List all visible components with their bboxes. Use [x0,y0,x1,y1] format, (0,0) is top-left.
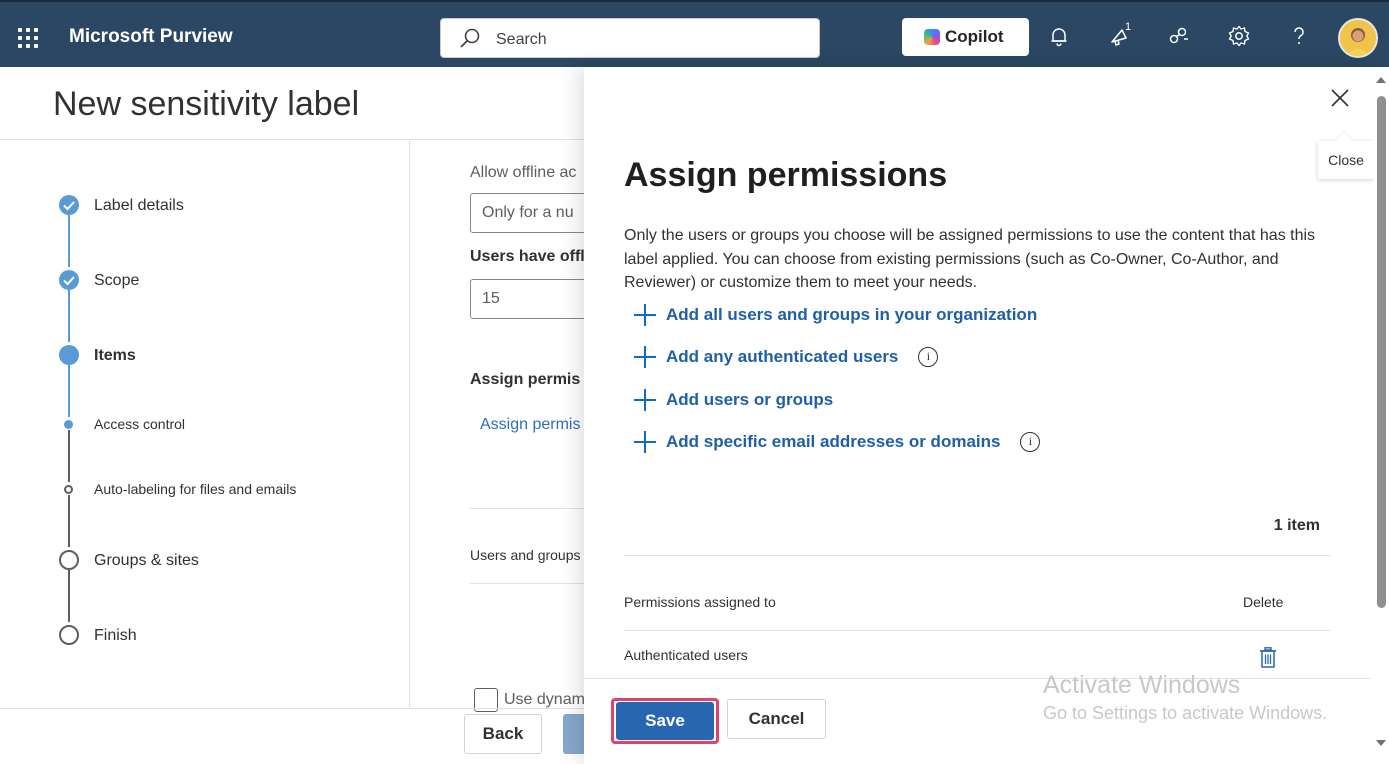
plus-icon [634,304,656,326]
step-label-details: Label details [94,197,184,214]
add-users-groups-label: Add users or groups [666,390,834,409]
divider [470,583,590,584]
app-title[interactable]: Microsoft Purview [69,26,233,48]
assign-permissions-link[interactable]: Assign permis [480,416,580,434]
step-connector [68,215,70,267]
step-connector [68,290,70,342]
plus-icon [634,431,656,453]
trash-icon[interactable] [1259,647,1277,668]
step-connector [68,365,70,417]
divider [624,630,1330,631]
cancel-button[interactable]: Cancel [727,699,826,739]
divider [624,555,1330,556]
notification-badge: 1 [1125,21,1132,33]
step-connector [68,430,70,482]
copilot-label: Copilot [945,27,1004,46]
add-email-domains-label: Add specific email addresses or domains [666,432,1001,451]
copilot-icon [924,29,940,45]
add-authenticated-users-label: Add any authenticated users [666,347,899,366]
offline-access-label: Allow offline ac [470,164,577,181]
divider [0,708,600,709]
table-row: Authenticated users [624,647,748,663]
search-icon [460,28,480,48]
search-input[interactable]: Search [440,18,820,58]
avatar[interactable] [1338,18,1378,58]
bell-icon[interactable] [1047,24,1071,48]
activate-windows-subtitle: Go to Settings to activate Windows. [1043,703,1328,723]
waffle-icon[interactable] [18,28,38,48]
step-finish: Finish [94,627,137,644]
activate-windows-title: Activate Windows [1043,671,1241,699]
add-email-domains-button[interactable]: Add specific email addresses or domains … [634,429,1041,455]
close-icon[interactable] [1328,86,1352,110]
users-offline-label: Users have offl [470,248,585,265]
page-title: New sensitivity label [53,85,360,123]
pending-step-icon [59,625,79,645]
divider [584,678,1370,679]
panel-description: Only the users or groups you choose will… [624,227,1316,291]
use-dynamic-label: Use dynam [504,691,585,708]
add-authenticated-users-button[interactable]: Add any authenticated users i [634,344,939,370]
pending-step-icon [59,550,79,570]
substep-icon [64,485,73,494]
step-connector [68,495,70,547]
item-count: 1 item [1273,517,1320,534]
add-users-groups-button[interactable]: Add users or groups [634,387,833,413]
back-button[interactable]: Back [464,714,542,754]
avatar-image [1340,20,1376,56]
divider [0,139,600,140]
help-icon[interactable] [1287,24,1311,48]
step-auto-labeling: Auto-labeling for files and emails [94,481,297,497]
info-icon[interactable]: i [918,347,939,367]
gear-icon[interactable] [1227,24,1251,48]
top-bar: Microsoft Purview Search Copilot 1 [0,0,1389,67]
divider [470,508,590,509]
add-all-users-label: Add all users and groups in your organiz… [666,305,1038,324]
info-icon[interactable]: i [1020,432,1041,452]
assign-permissions-heading: Assign permis [470,371,581,388]
column-header-delete: Delete [1243,594,1284,610]
check-circle-icon [59,270,79,290]
panel-title: Assign permissions [624,156,948,194]
users-offline-value: 15 [482,290,500,307]
offline-access-value: Only for a nu [482,204,574,221]
step-groups-sites: Groups & sites [94,552,199,569]
plus-icon [634,346,656,368]
copilot-button[interactable]: Copilot [902,18,1029,56]
step-scope: Scope [94,272,140,289]
check-circle-icon [59,195,79,215]
users-groups-column: Users and groups [470,547,581,563]
close-tooltip-text: Close [1328,152,1364,168]
share-icon[interactable] [1167,24,1191,48]
divider [409,139,410,709]
scroll-up-icon[interactable] [1376,77,1386,83]
plus-icon [634,389,656,411]
search-placeholder: Search [496,31,547,48]
current-step-icon [59,345,79,365]
current-substep-icon [64,420,73,429]
column-header-assigned-to[interactable]: Permissions assigned to [624,594,776,610]
close-tooltip: Close [1318,141,1374,179]
step-connector [68,570,70,622]
save-button[interactable]: Save [616,702,714,740]
scroll-down-icon[interactable] [1376,740,1386,746]
add-all-users-button[interactable]: Add all users and groups in your organiz… [634,302,1037,328]
step-items: Items [94,347,136,364]
scrollbar-thumb[interactable] [1377,96,1386,608]
step-access-control: Access control [94,416,186,432]
